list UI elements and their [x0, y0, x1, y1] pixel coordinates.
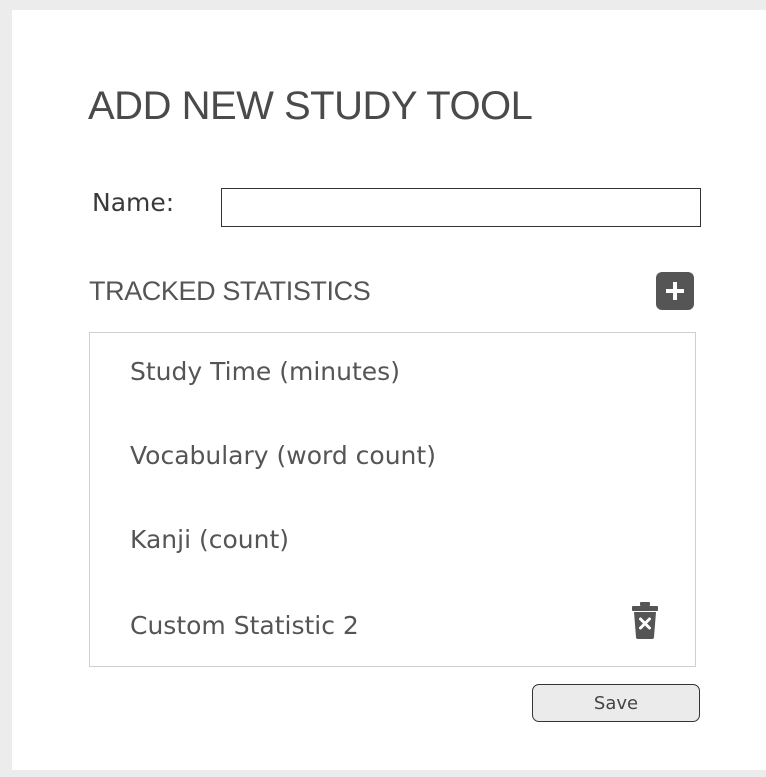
save-button[interactable]: Save: [532, 684, 700, 722]
add-study-tool-dialog: ADD NEW STUDY TOOL Name: TRACKED STATIST…: [12, 10, 766, 770]
trash-icon: [632, 602, 658, 639]
name-label: Name:: [92, 188, 175, 217]
add-statistic-button[interactable]: [656, 272, 694, 310]
list-item[interactable]: Kanji (count): [130, 525, 289, 554]
name-input[interactable]: [221, 188, 701, 227]
statistics-list: Study Time (minutes) Vocabulary (word co…: [89, 332, 696, 667]
dialog-title: ADD NEW STUDY TOOL: [88, 84, 533, 128]
tracked-statistics-heading: TRACKED STATISTICS: [89, 276, 371, 306]
delete-statistic-button[interactable]: [628, 600, 662, 640]
list-item[interactable]: Custom Statistic 2: [130, 611, 359, 640]
plus-icon: [666, 282, 684, 300]
list-item[interactable]: Study Time (minutes): [130, 357, 400, 386]
list-item[interactable]: Vocabulary (word count): [130, 441, 436, 470]
